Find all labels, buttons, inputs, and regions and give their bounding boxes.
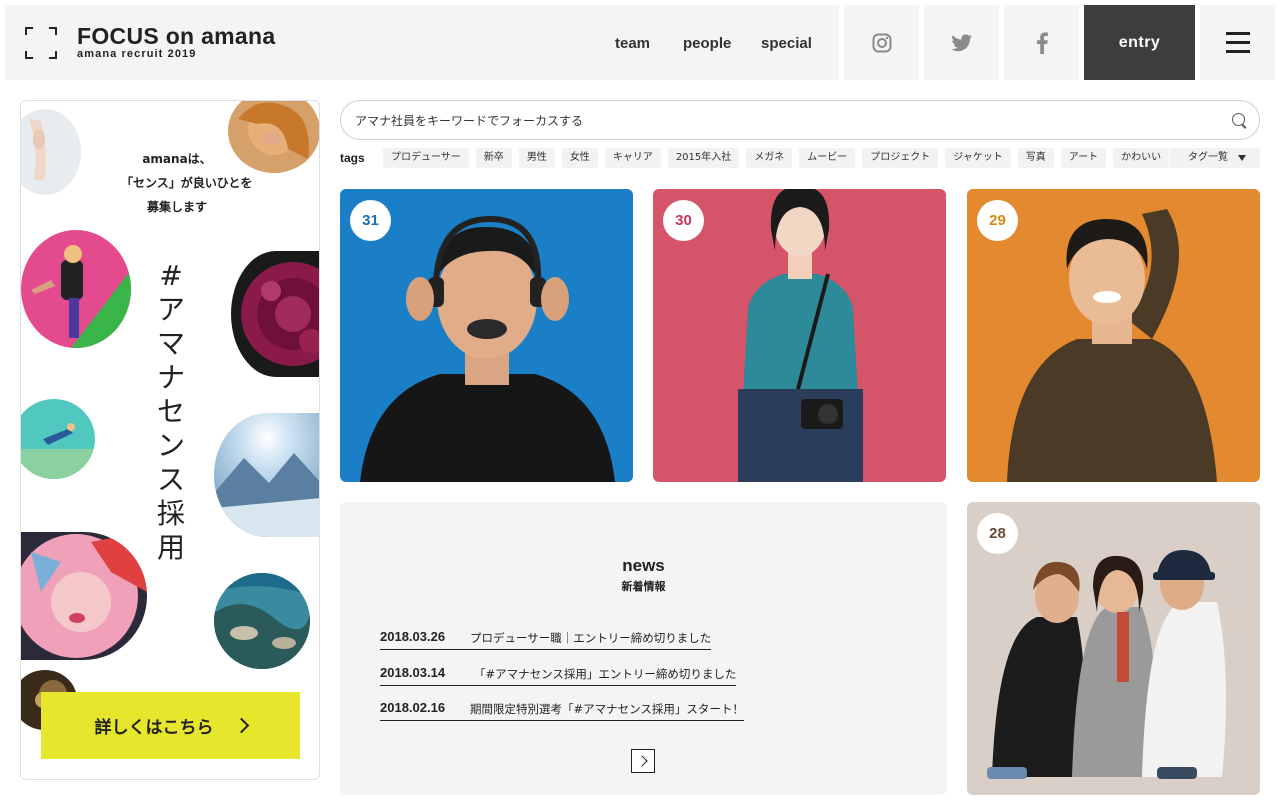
person-number-badge: 30 <box>663 200 704 241</box>
news-text: 「#アマナセンス採用」エントリー締め切りました <box>474 667 737 681</box>
news-subtitle: 新着情報 <box>621 580 666 593</box>
entry-button[interactable]: entry <box>1084 5 1195 80</box>
news-item[interactable]: 2018.02.16 期間限定特別選考「#アマナセンス採用」スタート！ <box>380 700 744 721</box>
promo-line: 「センス」が良いひとを <box>121 176 253 190</box>
tag-item[interactable]: 女性 <box>561 148 598 168</box>
title-char: ス <box>156 463 185 496</box>
news-item[interactable]: 2018.03.26 プロデューサー職｜エントリー締め切りました <box>380 629 712 650</box>
tag-item[interactable]: キャリア <box>604 148 661 168</box>
photo-circle-mountains <box>214 413 319 537</box>
photo-circle-costume <box>21 532 147 660</box>
photo-circle-rocks <box>214 573 310 669</box>
search-icon[interactable] <box>1232 113 1245 126</box>
nav-people[interactable]: people <box>683 35 731 52</box>
news-date: 2018.02.16 <box>380 700 446 715</box>
photo-circle-jumper <box>21 399 95 479</box>
news-title: news <box>622 556 665 575</box>
details-button[interactable]: 詳しくはこちら <box>41 692 300 759</box>
tag-item[interactable]: 写真 <box>1017 148 1054 168</box>
tag-item[interactable]: 男性 <box>518 148 555 168</box>
news-date: 2018.03.14 <box>380 665 446 680</box>
promo-copy: amanaは、 「センス」が良いひとを 募集します <box>121 147 253 219</box>
keyword-search-input[interactable]: アマナ社員をキーワードでフォーカスする <box>340 100 1260 140</box>
photo-circle-blonde-woman <box>228 101 319 173</box>
tag-item[interactable]: ジャケット <box>945 148 1011 168</box>
tag-list: プロデューサー 新卒 男性 女性 キャリア 2015年入社 メガネ ムービー プ… <box>383 148 1170 168</box>
title-char: 用 <box>156 531 185 564</box>
photo-circle-hands <box>21 109 81 195</box>
facebook-button[interactable] <box>1004 5 1079 80</box>
promo-line: amanaは、 <box>142 152 212 166</box>
twitter-button[interactable] <box>924 5 999 80</box>
title-char: ン <box>156 429 185 462</box>
news-item[interactable]: 2018.03.14 「#アマナセンス採用」エントリー締め切りました <box>380 665 737 686</box>
sense-recruit-banner[interactable]: amanaは、 「センス」が良いひとを 募集します # ア マ ナ セ ン ス … <box>20 100 320 780</box>
promo-line: 募集します <box>146 200 207 214</box>
hashtag-vertical-title: # ア マ ナ セ ン ス 採 用 <box>151 259 191 565</box>
tag-list-label: タグ一覧 <box>1188 152 1228 163</box>
header-bar: FOCUS on amana amana recruit 2019 team p… <box>5 5 839 80</box>
title-char: 採 <box>156 497 185 530</box>
person-card-30[interactable]: 30 <box>653 189 946 482</box>
tag-item[interactable]: かわいい <box>1113 148 1170 168</box>
news-date: 2018.03.26 <box>380 629 446 644</box>
instagram-button[interactable] <box>844 5 919 80</box>
nav-team[interactable]: team <box>615 35 650 52</box>
twitter-icon <box>950 33 972 51</box>
logo-icon[interactable] <box>25 27 57 59</box>
chevron-right-icon <box>233 717 249 734</box>
hamburger-menu-icon[interactable] <box>1200 5 1275 80</box>
person-number-badge: 28 <box>977 513 1018 554</box>
news-more-button[interactable] <box>631 749 655 773</box>
tag-item[interactable]: ムービー <box>799 148 856 168</box>
tag-item[interactable]: メガネ <box>746 148 793 168</box>
tag-item[interactable]: プロデューサー <box>383 148 469 168</box>
person-number-badge: 31 <box>350 200 391 241</box>
news-text: プロデューサー職｜エントリー締め切りました <box>470 631 712 645</box>
tag-item[interactable]: アート <box>1060 148 1107 168</box>
title-char: ナ <box>156 361 185 394</box>
title-char: マ <box>156 327 185 360</box>
tag-list-dropdown[interactable]: タグ一覧 <box>1170 148 1260 168</box>
tags-label: tags <box>340 151 365 165</box>
photo-circle-flower <box>231 251 319 377</box>
person-card-29[interactable]: 29 <box>967 189 1260 482</box>
person-number-badge: 29 <box>977 200 1018 241</box>
site-subtitle: amana recruit 2019 <box>77 48 197 60</box>
dropdown-arrow-icon <box>1238 155 1246 161</box>
instagram-icon <box>872 33 891 52</box>
photo-circle-dancer <box>21 230 131 348</box>
site-title[interactable]: FOCUS on amana <box>77 23 275 50</box>
search-placeholder: アマナ社員をキーワードでフォーカスする <box>355 114 584 128</box>
tag-item[interactable]: 2015年入社 <box>667 148 740 168</box>
title-char: セ <box>156 395 185 428</box>
news-text: 期間限定特別選考「#アマナセンス採用」スタート！ <box>470 702 744 716</box>
title-char: ア <box>156 293 185 326</box>
details-button-label: 詳しくはこちら <box>94 718 214 738</box>
nav-special[interactable]: special <box>761 35 812 52</box>
tag-item[interactable]: プロジェクト <box>862 148 939 168</box>
person-card-28[interactable]: 28 <box>967 502 1260 795</box>
title-char: # <box>159 259 183 292</box>
news-panel: news 新着情報 2018.03.26 プロデューサー職｜エントリー締め切りま… <box>340 502 947 795</box>
person-card-31[interactable]: 31 <box>340 189 633 482</box>
facebook-icon <box>1036 31 1048 54</box>
tag-item[interactable]: 新卒 <box>475 148 512 168</box>
